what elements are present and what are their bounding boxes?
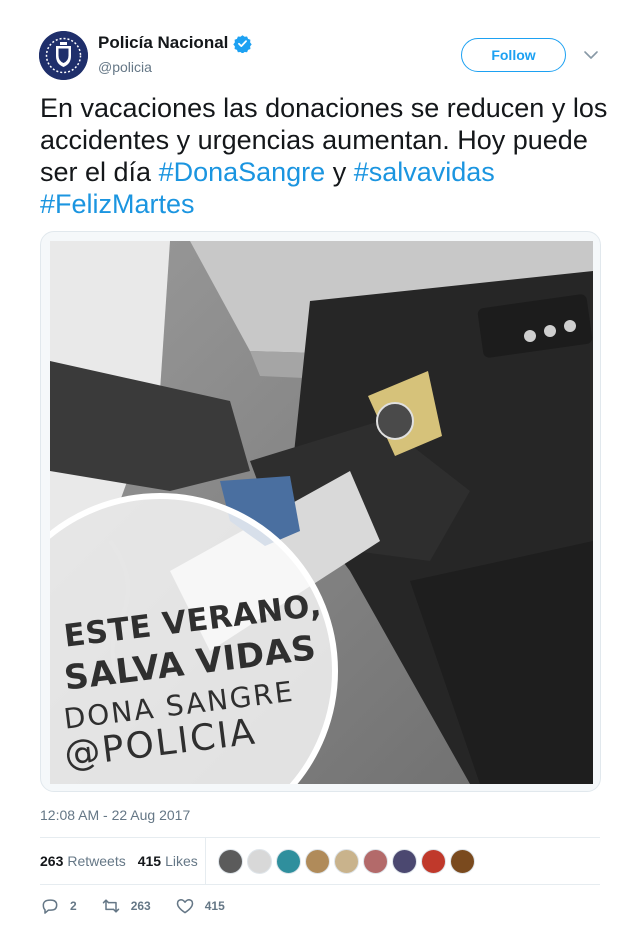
stats-separator [205, 838, 206, 884]
tweet-actions: 2 263 415 [40, 896, 249, 916]
tweet-stats: 263 Retweets 415 Likes [40, 838, 600, 884]
retweet-button[interactable]: 263 [101, 896, 151, 916]
tweet-timestamp[interactable]: 12:08 AM - 22 Aug 2017 [40, 807, 190, 823]
reply-count: 2 [70, 899, 77, 913]
author-avatar[interactable] [39, 31, 88, 80]
likes-count: 415 [137, 853, 162, 869]
author-name[interactable]: Policía Nacional [98, 33, 253, 53]
liker-avatar[interactable] [392, 849, 417, 874]
hashtag-link[interactable]: #FelizMartes [40, 189, 195, 219]
follow-button[interactable]: Follow [461, 38, 566, 72]
tweet-media[interactable]: ESTE VERANO, SALVA VIDAS DONA SANGRE @PO… [40, 231, 601, 792]
like-count: 415 [204, 899, 225, 913]
liker-avatar[interactable] [276, 849, 301, 874]
hashtag-link[interactable]: #salvavidas [354, 157, 495, 187]
liker-avatar[interactable] [334, 849, 359, 874]
reply-icon [42, 899, 58, 914]
liker-avatar[interactable] [218, 849, 243, 874]
tweet-text: En vacaciones las donaciones se reducen … [40, 92, 610, 220]
like-button[interactable]: 415 [175, 896, 225, 916]
liker-avatars [218, 849, 475, 874]
tweet-text-part: y [325, 157, 354, 187]
retweets-label: Retweets [67, 853, 126, 869]
retweet-count: 263 [130, 899, 151, 913]
tweet-photo[interactable]: ESTE VERANO, SALVA VIDAS DONA SANGRE @PO… [50, 241, 593, 784]
heart-icon [176, 899, 193, 914]
liker-avatar[interactable] [363, 849, 388, 874]
divider [40, 884, 600, 885]
police-badge-icon [39, 31, 88, 80]
hashtag-link[interactable]: #DonaSangre [159, 157, 326, 187]
liker-avatar[interactable] [247, 849, 272, 874]
reply-button[interactable]: 2 [40, 896, 77, 916]
likes-stat[interactable]: 415 Likes [138, 853, 198, 869]
liker-avatar[interactable] [305, 849, 330, 874]
liker-avatar[interactable] [421, 849, 446, 874]
likes-label: Likes [165, 853, 198, 869]
author-handle[interactable]: @policia [98, 59, 152, 75]
chevron-down-icon[interactable] [582, 46, 600, 64]
author-name-text[interactable]: Policía Nacional [98, 33, 228, 53]
verified-badge-icon [233, 34, 253, 53]
retweets-count: 263 [40, 853, 64, 869]
liker-avatar[interactable] [450, 849, 475, 874]
retweet-icon [102, 899, 119, 913]
retweets-stat[interactable]: 263 Retweets [40, 853, 126, 869]
